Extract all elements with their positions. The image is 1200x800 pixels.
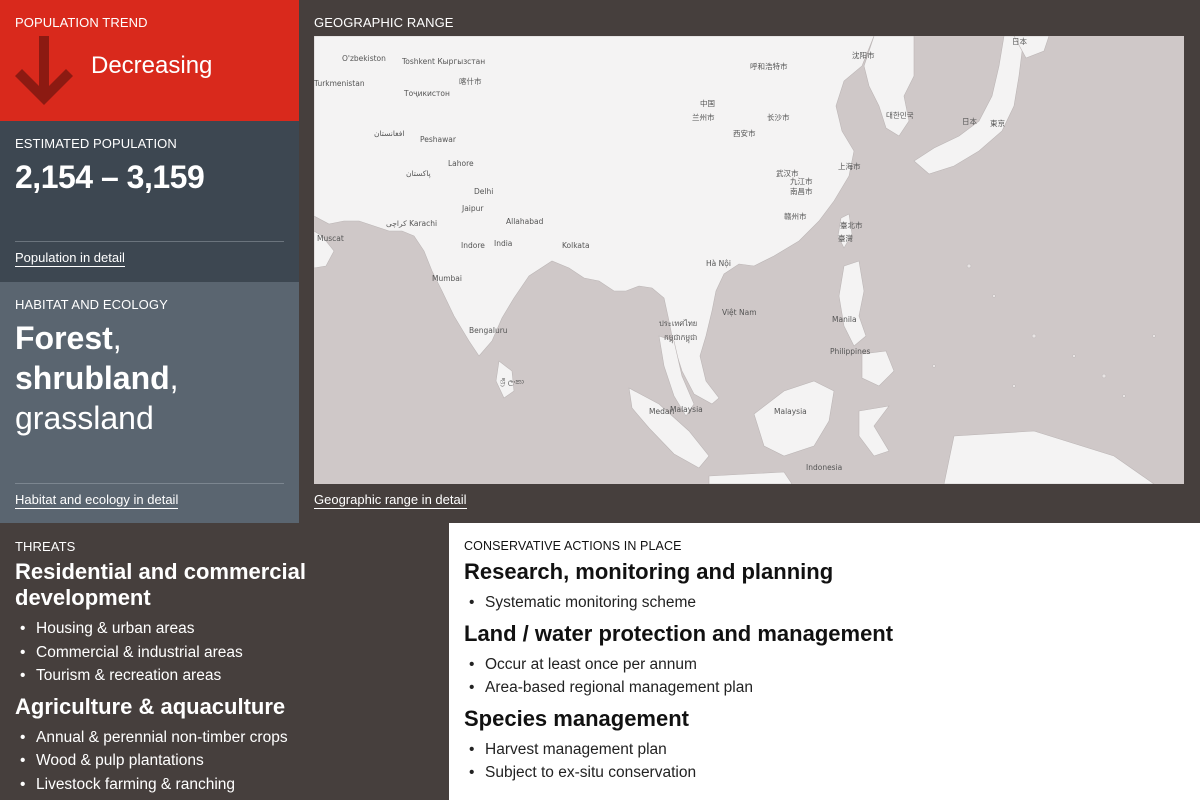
habitat-list: Forest, shrubland, grassland xyxy=(15,320,179,436)
threats-label: THREATS xyxy=(15,539,76,554)
map-label: 沈阳市 xyxy=(852,50,875,60)
map-label: Lahore xyxy=(448,159,474,168)
conservation-item: Harvest management plan xyxy=(464,738,1164,762)
threat-items: Housing & urban areas Commercial & indus… xyxy=(15,617,315,688)
population-trend-value: Decreasing xyxy=(91,52,213,79)
habitat-panel: HABITAT AND ECOLOGY Forest, shrubland, g… xyxy=(0,282,299,523)
threat-items: Annual & perennial non-timber crops Wood… xyxy=(15,726,315,797)
map-label: Bengaluru xyxy=(469,326,508,335)
map-label: 臺北市 xyxy=(840,220,863,230)
conservation-item: Systematic monitoring scheme xyxy=(464,591,1164,615)
map-label: Allahabad xyxy=(506,217,544,226)
map-label: 长沙市 xyxy=(767,112,790,122)
estimated-population-label: ESTIMATED POPULATION xyxy=(15,136,177,151)
estimated-population-panel: ESTIMATED POPULATION 2,154 – 3,159 Popul… xyxy=(0,121,299,282)
map-label: Medan xyxy=(649,407,674,416)
map-label: Manila xyxy=(832,315,857,324)
map-label: افغانستان xyxy=(374,129,404,138)
map-label: Hà Nội xyxy=(706,259,731,268)
map-label: Kolkata xyxy=(562,241,590,250)
threats-list: Residential and commercial development H… xyxy=(15,559,315,800)
geographic-range-label: GEOGRAPHIC RANGE xyxy=(314,15,454,30)
map-label: 日本 xyxy=(962,116,977,126)
threat-item: Wood & pulp plantations xyxy=(15,749,315,773)
map-label: Muscat xyxy=(317,234,344,243)
threat-item: Housing & urban areas xyxy=(15,617,315,641)
map-label: Indore xyxy=(461,241,485,250)
conservation-items: Harvest management plan Subject to ex-si… xyxy=(464,738,1164,785)
conservation-category-title: Research, monitoring and planning xyxy=(464,559,834,584)
threat-category-title: Agriculture & aquaculture xyxy=(15,693,286,719)
habitat-label: HABITAT AND ECOLOGY xyxy=(15,297,168,312)
estimated-population-value: 2,154 – 3,159 xyxy=(15,159,205,195)
map-label: Indonesia xyxy=(806,463,842,472)
map-label: پاکستان xyxy=(406,169,431,178)
map-label: 南昌市 xyxy=(790,186,813,196)
map-label: ประเทศไทย xyxy=(659,319,697,328)
conservation-item: Subject to ex-situ conservation xyxy=(464,761,1164,785)
map-label: 赣州市 xyxy=(784,211,807,221)
population-trend-label: POPULATION TREND xyxy=(15,15,148,30)
arrow-down-icon xyxy=(15,36,73,105)
map-label: 대한민국 xyxy=(886,110,914,120)
threat-item: Commercial & industrial areas xyxy=(15,641,315,665)
habitat-item: shrubland xyxy=(15,360,170,396)
map-label: کراچی Karachi xyxy=(386,219,437,228)
map-label: 兰州市 xyxy=(692,112,715,122)
map-label: Тоҷикистон xyxy=(403,89,450,98)
map-label: India xyxy=(494,239,512,248)
habitat-item: Forest xyxy=(15,320,113,356)
conservation-list: Research, monitoring and planning System… xyxy=(464,559,1164,791)
map-label: O'zbekiston xyxy=(342,54,386,63)
conservation-category-title: Land / water protection and management xyxy=(464,620,894,646)
map-label: 東京 xyxy=(990,118,1005,128)
conservation-items: Systematic monitoring scheme xyxy=(464,591,1164,615)
population-detail-link[interactable]: Population in detail xyxy=(15,250,125,267)
map-label: 日本 xyxy=(1012,36,1028,46)
map-label: 喀什市 xyxy=(459,76,482,86)
map-label: Jaipur xyxy=(461,204,484,213)
map-label: 臺灣 xyxy=(838,233,853,243)
conservation-panel: CONSERVATIVE ACTIONS IN PLACE Research, … xyxy=(449,523,1200,800)
conservation-label: CONSERVATIVE ACTIONS IN PLACE xyxy=(464,539,682,553)
map-label: 上海市 xyxy=(838,161,861,171)
population-trend-panel: POPULATION TREND Decreasing xyxy=(0,0,299,121)
conservation-items: Occur at least once per annum Area-based… xyxy=(464,653,1164,700)
divider xyxy=(15,483,284,484)
habitat-item: grassland xyxy=(15,400,154,436)
map-label: 九江市 xyxy=(790,176,813,186)
map-label: ශ්‍රී ලංකා xyxy=(499,377,524,387)
threat-category-title: Residential and commercial development xyxy=(15,559,306,610)
conservation-item: Area-based regional management plan xyxy=(464,676,1164,700)
conservation-category-title: Species management xyxy=(464,705,689,731)
map-label: Delhi xyxy=(474,187,493,196)
habitat-detail-link[interactable]: Habitat and ecology in detail xyxy=(15,492,179,509)
map-label: Mumbai xyxy=(432,274,462,283)
divider xyxy=(15,241,284,242)
threats-panel: THREATS Residential and commercial devel… xyxy=(0,523,449,800)
map-label: Peshawar xyxy=(420,135,457,144)
map-svg: O'zbekiston Toshkent Кыргызстан Turkmeni… xyxy=(314,36,1184,484)
map-label: Turkmenistan xyxy=(314,79,365,88)
map-label: 西安市 xyxy=(733,128,756,138)
threat-item: Tourism & recreation areas xyxy=(15,664,315,688)
threat-item: Livestock farming & ranching xyxy=(15,773,315,797)
geographic-detail-link[interactable]: Geographic range in detail xyxy=(314,492,467,509)
map-label: Việt Nam xyxy=(722,308,757,317)
map-label: Toshkent Кыргызстан xyxy=(401,57,485,66)
map-label: 呼和浩特市 xyxy=(750,61,788,71)
threat-item: Annual & perennial non-timber crops xyxy=(15,726,315,750)
range-map[interactable]: O'zbekiston Toshkent Кыргызстан Turkmeni… xyxy=(314,36,1184,484)
geographic-range-panel: GEOGRAPHIC RANGE O'zbekiston Toshkent Кы… xyxy=(299,0,1200,523)
map-label: Malaysia xyxy=(774,407,807,416)
conservation-item: Occur at least once per annum xyxy=(464,653,1164,677)
map-label: Philippines xyxy=(830,347,871,356)
map-label: Malaysia xyxy=(670,405,703,414)
map-label: 中国 xyxy=(700,98,715,108)
